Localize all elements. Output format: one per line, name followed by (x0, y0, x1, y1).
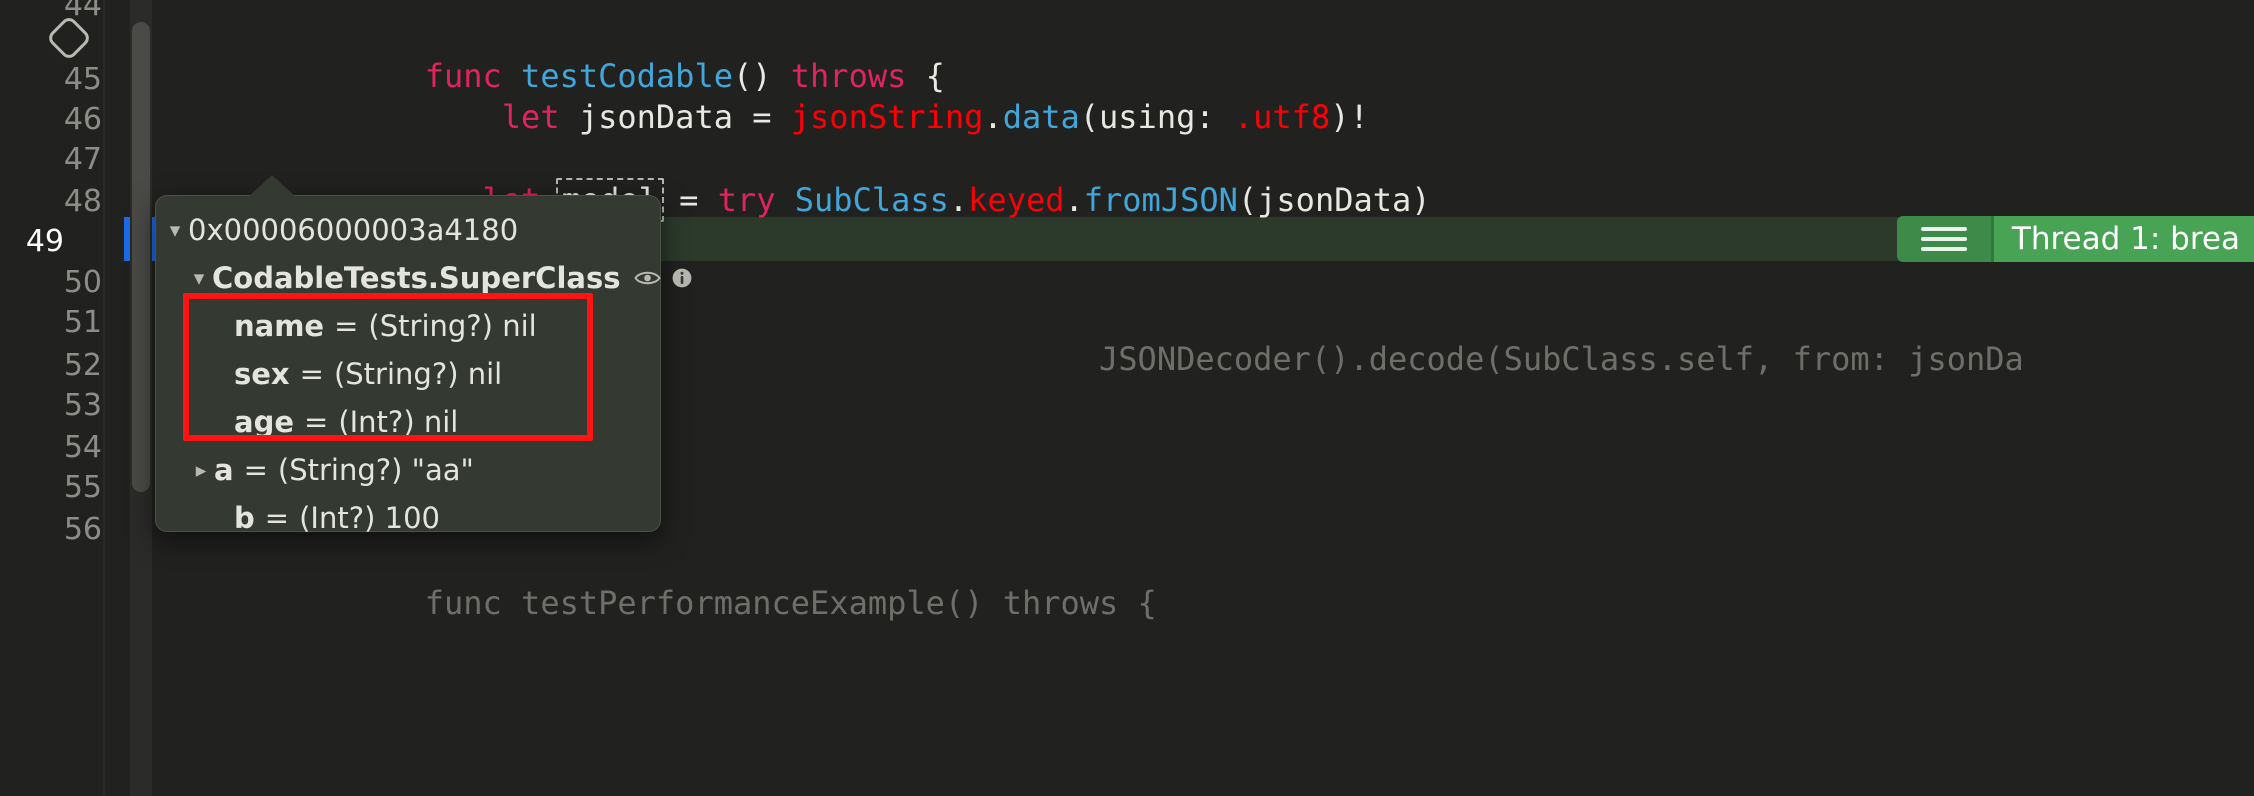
property-equals: = (264, 501, 290, 535)
line-number-54[interactable]: 54 (0, 430, 102, 465)
property-value: (String?) nil (368, 309, 537, 343)
hamburger-icon[interactable] (1896, 216, 1991, 262)
chevron-right-icon[interactable]: ▸ (188, 459, 214, 481)
property-value: (String?) nil (333, 357, 503, 391)
popover-row-address[interactable]: ▾ 0x00006000003a4180 (156, 206, 660, 254)
gutter-divider (103, 0, 105, 796)
popover-row-property-age[interactable]: ▸ age = (Int?) nil (156, 398, 660, 446)
line-number-55[interactable]: 55 (0, 470, 102, 505)
code-line-47[interactable]: let model = try SubClass.keyed.fromJSON(… (155, 138, 2254, 222)
line-number-56[interactable]: 56 (0, 512, 102, 547)
line-number-50[interactable]: 50 (0, 265, 102, 300)
popover-arrow (248, 175, 296, 198)
test-diamond-icon[interactable] (47, 16, 91, 60)
chevron-down-icon[interactable]: ▾ (186, 267, 212, 289)
line-number-45[interactable]: 45 (0, 62, 102, 97)
property-equals: = (243, 453, 268, 487)
thread-banner[interactable]: Thread 1: brea (1896, 216, 2254, 262)
property-name: b (234, 501, 255, 535)
editor-scrollbar-thumb[interactable] (132, 22, 150, 492)
property-value: (Int?) 100 (299, 501, 440, 535)
line-number-47[interactable]: 47 (0, 142, 102, 177)
line-number-53[interactable]: 53 (0, 388, 102, 423)
property-value: (String?) "aa" (277, 453, 474, 487)
line-number-49[interactable]: 49 (0, 224, 64, 259)
property-value: (Int?) nil (338, 405, 459, 439)
property-name: age (234, 405, 294, 439)
hamburger-bars (1920, 221, 1967, 257)
popover-row-type[interactable]: ▾ CodableTests.SuperClass (156, 254, 692, 302)
popover-row-property-a[interactable]: ▸ a = (String?) "aa" (156, 446, 660, 494)
line-number-46[interactable]: 46 (0, 102, 102, 137)
popover-row-property-name[interactable]: ▸ name = (String?) nil (156, 302, 660, 350)
thread-banner-label: Thread 1: brea (1993, 216, 2254, 262)
line-number-51[interactable]: 51 (0, 305, 102, 340)
code-line-56[interactable]: func testPerformanceExample() throws { (155, 543, 2254, 622)
property-name: a (214, 453, 234, 487)
property-name: sex (234, 357, 290, 391)
property-equals: = (304, 405, 329, 439)
debug-value-popover[interactable]: ▾ 0x00006000003a4180 ▾ CodableTests.Supe… (155, 175, 692, 535)
popover-row-icons (634, 267, 693, 289)
xcode-editor-screenshot: 44 45 46 47 48 49 50 51 52 53 54 55 56 f… (0, 0, 2254, 796)
eye-icon[interactable] (634, 269, 662, 287)
editor-gutter: 44 45 46 47 48 49 50 51 52 53 54 55 56 (0, 0, 124, 796)
popover-row-property-sex[interactable]: ▸ sex = (String?) nil (156, 350, 660, 398)
popover-row-property-b[interactable]: ▸ b = (Int?) 100 (156, 494, 660, 542)
line-number-48[interactable]: 48 (0, 184, 102, 219)
popover-address-value: 0x00006000003a4180 (188, 213, 519, 247)
property-name: name (234, 309, 325, 343)
chevron-down-icon[interactable]: ▾ (162, 219, 188, 241)
property-equals: = (334, 309, 359, 343)
code-line-44[interactable]: func testCodable() throws { (155, 16, 2254, 95)
line-number-52[interactable]: 52 (0, 348, 102, 383)
code-line-45[interactable]: let jsonData = jsonString.data(using: .u… (155, 57, 2254, 136)
popover-rows: ▾ 0x00006000003a4180 ▾ CodableTests.Supe… (156, 196, 692, 542)
popover-type-label: CodableTests.SuperClass (212, 261, 621, 295)
property-equals: = (299, 357, 324, 391)
info-icon[interactable] (671, 267, 693, 289)
